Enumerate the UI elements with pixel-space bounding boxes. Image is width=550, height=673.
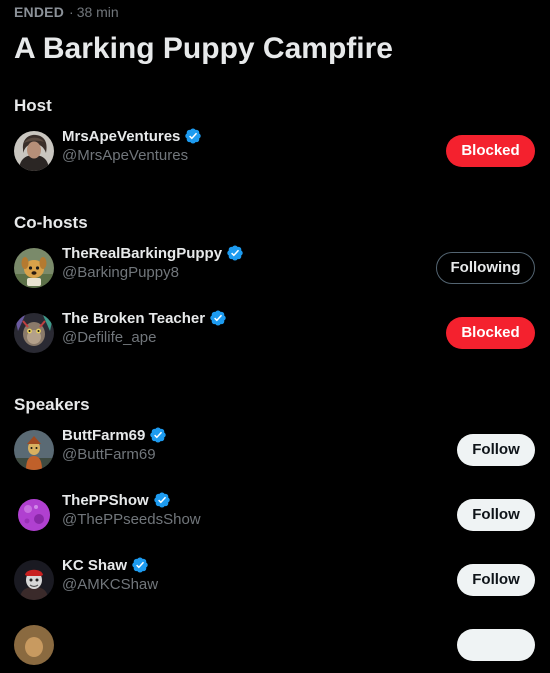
avatar-image [14, 131, 54, 171]
cohost-handle[interactable]: @Defilife_ape [62, 329, 156, 346]
blocked-button[interactable]: Blocked [446, 317, 535, 349]
speaker-name-line: ButtFarm69 [62, 424, 167, 446]
cohost-row[interactable]: The Broken Teacher @Defilife_ape Blocked [0, 305, 550, 361]
verified-badge-icon [132, 557, 148, 573]
section-host-heading: Host [14, 96, 52, 115]
verified-badge-icon [150, 427, 167, 443]
speaker-row[interactable]: ButtFarm69 @ButtFarm69 Follow [0, 422, 550, 478]
speaker-name-line: KC Shaw [62, 554, 149, 576]
avatar-image [14, 313, 54, 353]
cohost-name[interactable]: The Broken Teacher [62, 310, 205, 327]
speaker-handle[interactable]: @ButtFarm69 [62, 446, 156, 463]
host-avatar[interactable] [14, 131, 54, 171]
cohost-row[interactable]: TheRealBarkingPuppy @BarkingPuppy8 Follo… [0, 240, 550, 296]
speaker-name[interactable]: ThePPShow [62, 492, 149, 509]
space-duration: 38 min [76, 4, 119, 20]
cohost-handle[interactable]: @BarkingPuppy8 [62, 264, 179, 281]
follow-button[interactable]: Follow [457, 499, 535, 531]
status-separator: · [69, 4, 74, 20]
following-button[interactable]: Following [436, 252, 535, 284]
verified-badge-icon [153, 492, 170, 508]
speaker-avatar[interactable] [14, 495, 54, 535]
cohost-name-line: The Broken Teacher [62, 307, 227, 329]
host-handle[interactable]: @MrsApeVentures [62, 147, 188, 164]
section-speakers-heading: Speakers [14, 395, 90, 414]
host-name-line: MrsApeVentures [62, 125, 202, 147]
avatar-image [14, 430, 54, 470]
follow-button[interactable]: Follow [457, 564, 535, 596]
speaker-row[interactable]: ThePPShow @ThePPseedsShow Follow [0, 487, 550, 543]
speaker-name[interactable]: ButtFarm69 [62, 427, 145, 444]
speaker-handle[interactable]: @ThePPseedsShow [62, 511, 201, 528]
avatar-image [14, 560, 54, 600]
speaker-name[interactable]: KC Shaw [62, 557, 127, 574]
speaker-avatar[interactable] [14, 430, 54, 470]
host-row[interactable]: MrsApeVentures @MrsApeVentures Blocked [0, 123, 550, 179]
speaker-name-line: ThePPShow [62, 489, 171, 511]
space-status: ENDED · 38 min [14, 4, 119, 20]
cohost-avatar[interactable] [14, 313, 54, 353]
cohost-avatar[interactable] [14, 248, 54, 288]
space-title: A Barking Puppy Campfire [14, 32, 393, 65]
verified-badge-icon [227, 245, 243, 261]
follow-button-partial[interactable] [457, 629, 535, 661]
avatar-image [14, 248, 54, 288]
cohost-name[interactable]: TheRealBarkingPuppy [62, 245, 222, 262]
status-badge: ENDED [14, 4, 65, 20]
speaker-row[interactable]: KC Shaw @AMKCShaw Follow [0, 552, 550, 608]
speaker-avatar[interactable] [14, 625, 54, 665]
verified-badge-icon [185, 128, 202, 144]
cohost-name-line: TheRealBarkingPuppy [62, 242, 244, 264]
follow-button[interactable]: Follow [457, 434, 535, 466]
verified-badge-icon [210, 310, 226, 326]
host-name[interactable]: MrsApeVentures [62, 128, 180, 145]
avatar-image [14, 495, 54, 535]
avatar-image [14, 625, 54, 665]
speaker-avatar[interactable] [14, 560, 54, 600]
blocked-button[interactable]: Blocked [446, 135, 535, 167]
speaker-row-partial[interactable] [0, 617, 550, 673]
speaker-handle[interactable]: @AMKCShaw [62, 576, 158, 593]
section-cohosts-heading: Co-hosts [14, 213, 88, 232]
